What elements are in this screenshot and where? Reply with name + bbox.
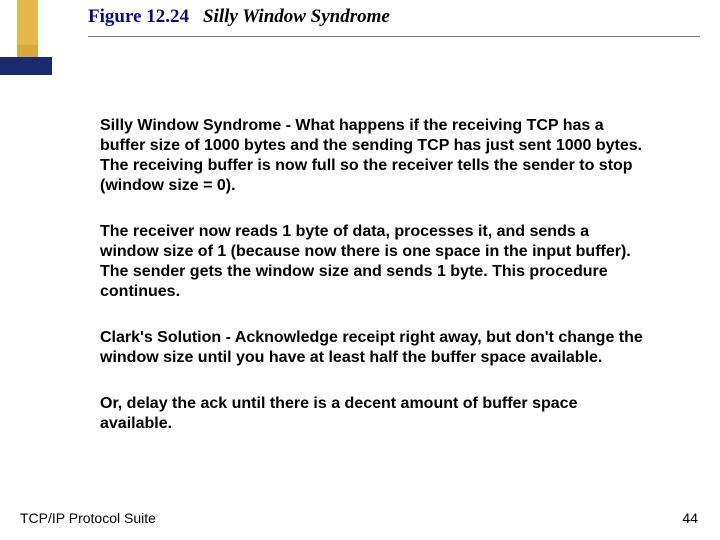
corner-decoration-navy (0, 57, 52, 75)
figure-title: Silly Window Syndrome (203, 6, 390, 28)
footer-left: TCP/IP Protocol Suite (20, 510, 156, 526)
paragraph-2: The receiver now reads 1 byte of data, p… (100, 222, 652, 302)
page-number: 44 (682, 510, 698, 526)
paragraph-4: Or, delay the ack until there is a decen… (100, 394, 652, 434)
slide-title-row: Figure 12.24 Silly Window Syndrome (88, 6, 700, 28)
figure-label: Figure 12.24 (88, 6, 189, 28)
paragraph-3: Clark's Solution - Acknowledge receipt r… (100, 328, 652, 368)
slide-body: Silly Window Syndrome - What happens if … (100, 116, 652, 460)
corner-decoration-gold-top (17, 0, 38, 45)
title-underline (88, 36, 700, 37)
paragraph-1: Silly Window Syndrome - What happens if … (100, 116, 652, 196)
